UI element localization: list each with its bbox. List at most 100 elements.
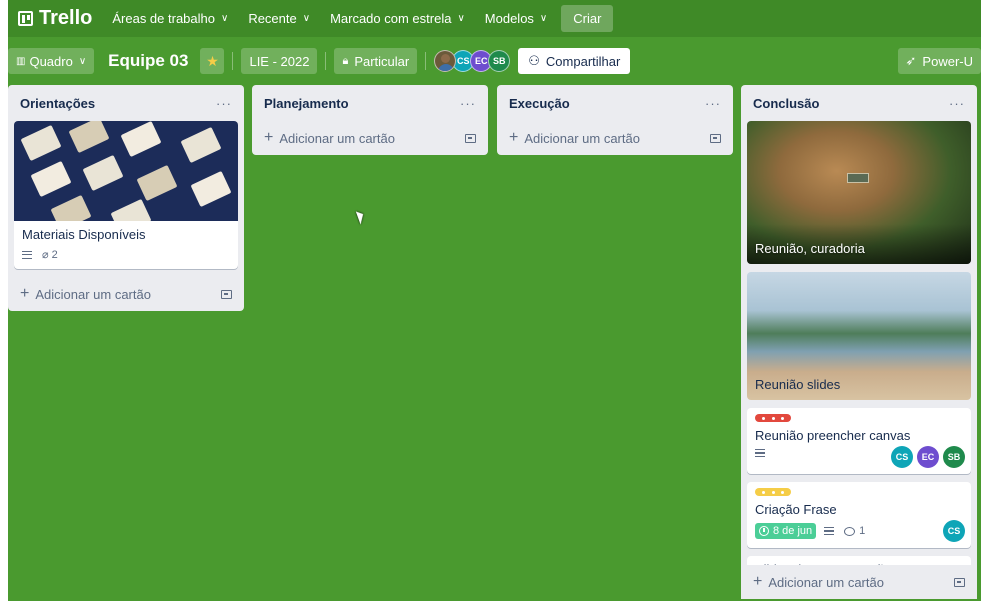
- paperclip-icon: ⌀: [42, 249, 49, 261]
- right-edge: [981, 0, 986, 601]
- chevron-down-icon: ∨: [457, 13, 465, 24]
- list-planejamento: Planejamento ··· + Adicionar um cartão: [252, 85, 488, 155]
- avatar-sb[interactable]: SB: [488, 50, 511, 72]
- add-card-button[interactable]: + Adicionar um cartão: [8, 277, 244, 311]
- card-labels[interactable]: [747, 408, 971, 422]
- workspace-button[interactable]: LIE - 2022: [241, 48, 318, 74]
- due-date-badge[interactable]: 8 de jun: [755, 523, 817, 539]
- attachment-badge: ⌀ 2: [42, 248, 58, 262]
- list-cards[interactable]: Reunião, curadoria Reunião slides Reuniã…: [741, 121, 977, 599]
- attachment-count: 2: [51, 248, 58, 261]
- add-card-label: Adicionar um cartão: [768, 574, 884, 590]
- board-header: ▥ Quadro ∨ Equipe 03 ★ LIE - 2022 🔒︎ Par…: [8, 44, 981, 78]
- card-reuniao-curadoria[interactable]: Reunião, curadoria: [747, 121, 971, 264]
- card-reuniao-canvas[interactable]: Reunião preencher canvas CS EC SB: [747, 408, 971, 474]
- card-cover-image: [14, 121, 238, 221]
- share-button[interactable]: ⚇ Compartilhar: [518, 48, 631, 74]
- nav-recent[interactable]: Recente ∨: [248, 11, 310, 26]
- nav-starred-label: Marcado com estrela: [330, 11, 452, 26]
- description-icon: [755, 449, 765, 457]
- card-criacao-frase[interactable]: Criação Frase 8 de jun 1 CS: [747, 482, 971, 548]
- label-yellow: [755, 488, 791, 496]
- card-title: Materiais Disponíveis: [22, 227, 146, 242]
- divider: [325, 52, 327, 70]
- list-menu-icon[interactable]: ···: [460, 96, 476, 111]
- description-icon: [22, 250, 32, 259]
- nav-workspaces-label: Áreas de trabalho: [112, 11, 215, 26]
- card-template-icon[interactable]: [465, 133, 476, 143]
- member-cs[interactable]: CS: [943, 520, 965, 542]
- card-labels[interactable]: [747, 482, 971, 496]
- card-reuniao-slides[interactable]: Reunião slides: [747, 272, 971, 400]
- top-navigation-bar: Trello Áreas de trabalho ∨ Recente ∨ Marca…: [8, 0, 981, 37]
- nav-starred[interactable]: Marcado com estrela ∨: [330, 11, 465, 26]
- list-menu-icon[interactable]: ···: [949, 96, 965, 111]
- star-icon: ★: [206, 52, 219, 69]
- card-template-icon[interactable]: [710, 133, 721, 143]
- nav-templates[interactable]: Modelos ∨: [485, 11, 547, 26]
- description-icon: [824, 527, 835, 535]
- card-title: Reunião preencher canvas: [755, 428, 911, 443]
- list-title[interactable]: Planejamento: [264, 96, 349, 111]
- comments-badge: 1: [844, 525, 865, 537]
- avatar-photo[interactable]: [434, 50, 457, 72]
- divider: [232, 52, 234, 70]
- list-title[interactable]: Execução: [509, 96, 570, 111]
- visibility-label: Particular: [354, 53, 410, 69]
- add-card-label: Adicionar um cartão: [35, 286, 151, 302]
- star-board-button[interactable]: ★: [200, 48, 225, 74]
- chevron-down-icon: ∨: [220, 13, 229, 24]
- list-menu-icon[interactable]: ···: [216, 96, 232, 111]
- add-card-area: + Adicionar um cartão: [741, 565, 977, 599]
- description-badge: [22, 250, 32, 259]
- trello-logo[interactable]: Trello: [18, 7, 92, 30]
- list-title[interactable]: Orientações: [20, 96, 95, 111]
- list-execucao: Execução ··· + Adicionar um cartão: [497, 85, 733, 155]
- list-conclusao: Conclusão ··· Reunião, curadoria Reunião…: [741, 85, 977, 599]
- label-red: [755, 414, 791, 422]
- board-title[interactable]: Equipe 03: [108, 51, 188, 71]
- list-title[interactable]: Conclusão: [753, 96, 819, 111]
- add-card-button[interactable]: + Adicionar um cartão: [741, 565, 977, 599]
- member-ec[interactable]: EC: [917, 446, 939, 468]
- mouse-cursor: [355, 209, 367, 225]
- nav-workspaces[interactable]: Áreas de trabalho ∨: [112, 11, 228, 26]
- card-template-icon[interactable]: [954, 577, 965, 587]
- view-switcher-button[interactable]: ▥ Quadro ∨: [8, 48, 95, 74]
- share-label: Compartilhar: [545, 53, 621, 69]
- comment-icon: [844, 526, 856, 536]
- card-title: Reunião slides: [755, 377, 841, 392]
- card-title: Reunião, curadoria: [755, 241, 865, 256]
- member-sb[interactable]: SB: [943, 446, 965, 468]
- chevron-down-icon: ∨: [539, 13, 548, 24]
- clock-icon: [759, 526, 769, 536]
- visibility-button[interactable]: 🔒︎ Particular: [334, 48, 418, 74]
- card-materiais[interactable]: Materiais Disponíveis ⌀ 2: [14, 121, 238, 269]
- card-badges: 8 de jun 1: [747, 519, 971, 547]
- card-template-icon[interactable]: [221, 289, 232, 299]
- plus-icon: +: [509, 129, 519, 146]
- trello-logo-icon: [18, 11, 33, 26]
- plus-icon: +: [20, 285, 30, 302]
- house-image: [847, 173, 869, 183]
- divider: [425, 52, 427, 70]
- card-members: CS EC SB: [887, 446, 965, 468]
- add-card-label: Adicionar um cartão: [524, 130, 640, 146]
- add-card-button[interactable]: + Adicionar um cartão: [252, 121, 488, 155]
- power-ups-button[interactable]: ➶ Power-U: [897, 48, 981, 74]
- board-view-icon: ▥: [16, 55, 26, 67]
- list-menu-icon[interactable]: ···: [705, 96, 721, 111]
- card-title: Criação Frase: [755, 502, 837, 517]
- list-orientacoes: Orientações ··· Materiais Disponíveis ⌀ …: [8, 85, 244, 311]
- add-card-button[interactable]: + Adicionar um cartão: [497, 121, 733, 155]
- member-cs[interactable]: CS: [891, 446, 913, 468]
- create-button[interactable]: Criar: [561, 5, 614, 32]
- add-card-label: Adicionar um cartão: [279, 130, 395, 146]
- description-badge: [755, 449, 765, 457]
- left-edge: [0, 0, 8, 601]
- nav-recent-label: Recente: [248, 11, 297, 26]
- card-members: CS: [939, 520, 965, 542]
- trello-logo-text: Trello: [39, 7, 93, 29]
- card-badges: ⌀ 2: [14, 244, 238, 269]
- add-member-icon: ⚇: [528, 53, 540, 68]
